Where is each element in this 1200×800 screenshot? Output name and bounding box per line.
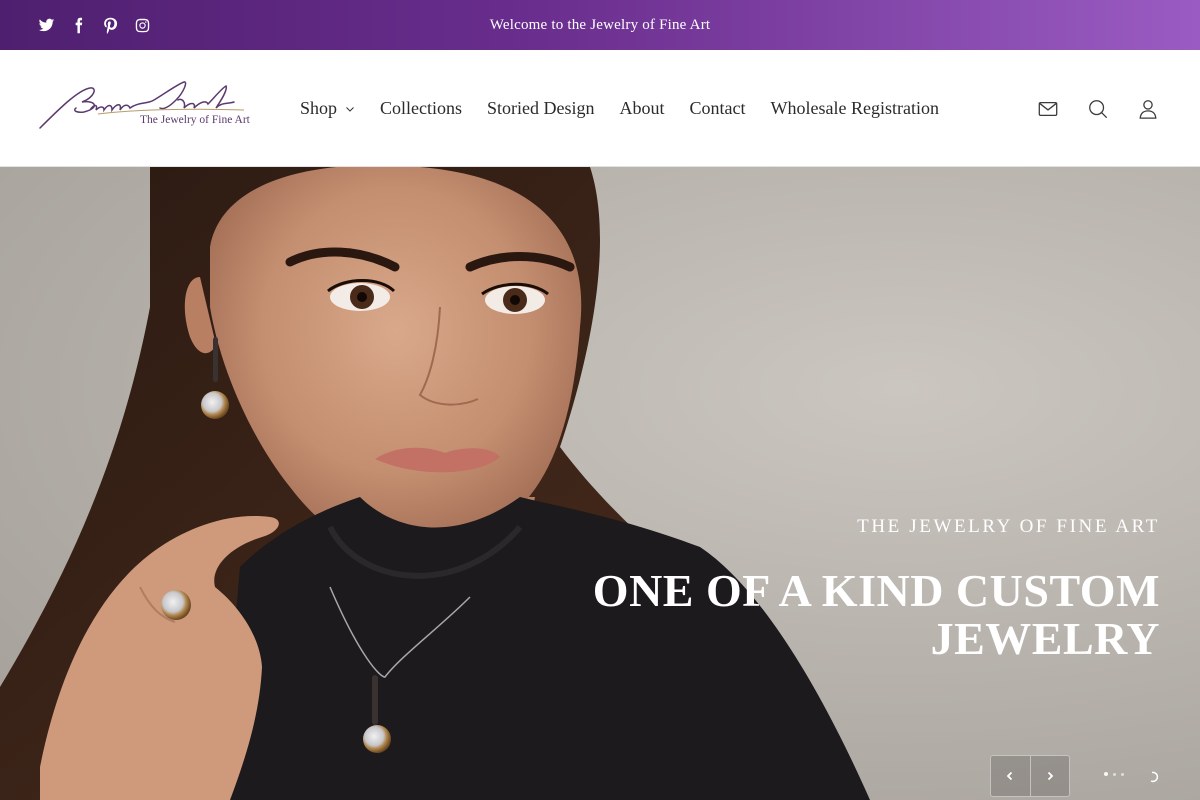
- nav-item-label: About: [619, 98, 665, 118]
- slide-dot-2[interactable]: [1113, 772, 1116, 776]
- announcement-bar: Welcome to the Jewelry of Fine Art: [0, 0, 1200, 50]
- header-actions: [1036, 50, 1160, 167]
- brand-logo[interactable]: The Jewelry of Fine Art: [38, 80, 262, 136]
- previous-slide-button[interactable]: [991, 756, 1030, 796]
- announcement-text: Welcome to the Jewelry of Fine Art: [489, 16, 711, 33]
- mail-icon[interactable]: [1036, 97, 1060, 121]
- nav-item-label: Collections: [380, 98, 463, 118]
- slide-dot-1[interactable]: [1104, 772, 1108, 776]
- instagram-icon[interactable]: [132, 15, 152, 35]
- social-links: [36, 0, 152, 50]
- hero-slideshow: THE JEWELRY OF FINE ART ONE OF A KIND CU…: [0, 167, 1200, 800]
- slide-dot-3[interactable]: [1121, 772, 1124, 776]
- nav-item-label: Storied Design: [487, 98, 595, 118]
- chevron-right-icon: [1047, 771, 1054, 781]
- chevron-left-icon: [1007, 771, 1013, 781]
- main-nav: Shop Collections Storied Design About Co…: [300, 50, 964, 167]
- autoplay-toggle-icon[interactable]: [1148, 768, 1160, 783]
- logo-tagline: The Jewelry of Fine Art: [140, 114, 250, 126]
- hero-title: ONE OF A KIND CUSTOM JEWELRY: [592, 565, 1160, 664]
- nav-item-wholesale-registration[interactable]: Wholesale Registration: [771, 98, 939, 119]
- twitter-icon[interactable]: [36, 15, 56, 35]
- nav-item-shop[interactable]: Shop: [300, 98, 355, 119]
- nav-item-label: Contact: [689, 98, 746, 118]
- hero-eyebrow: THE JEWELRY OF FINE ART: [857, 516, 1160, 537]
- site-header: The Jewelry of Fine Art Shop Collections…: [0, 50, 1200, 167]
- account-icon[interactable]: [1136, 97, 1160, 121]
- nav-item-storied-design[interactable]: Storied Design: [487, 98, 595, 119]
- pinterest-icon[interactable]: [100, 15, 120, 35]
- nav-item-about[interactable]: About: [620, 98, 665, 119]
- next-slide-button[interactable]: [1029, 756, 1069, 796]
- hero-model-image: [0, 167, 870, 800]
- search-icon[interactable]: [1086, 97, 1110, 121]
- nav-item-contact[interactable]: Contact: [690, 98, 746, 119]
- nav-item-label: Wholesale Registration: [770, 98, 939, 118]
- facebook-icon[interactable]: [68, 15, 88, 35]
- nav-item-collections[interactable]: Collections: [380, 98, 462, 119]
- slide-pagination: [1104, 772, 1124, 776]
- chevron-down-icon: [346, 106, 354, 112]
- slider-controls: [990, 755, 1070, 797]
- nav-item-label: Shop: [300, 98, 338, 118]
